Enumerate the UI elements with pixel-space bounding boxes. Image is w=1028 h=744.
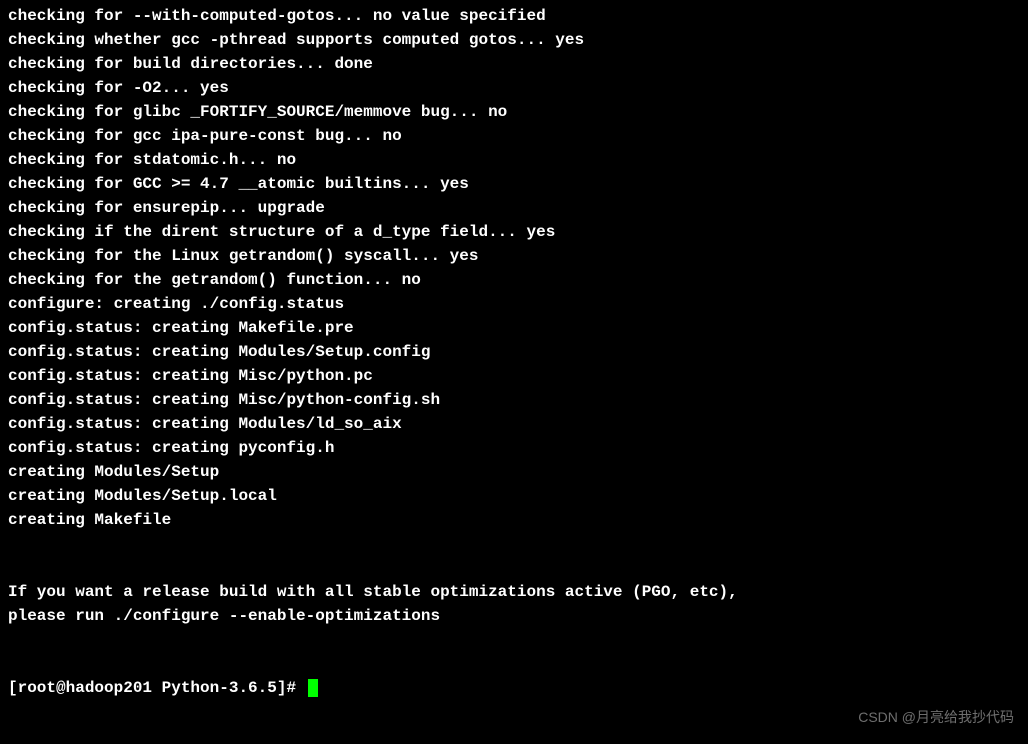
output-line: checking for stdatomic.h... no <box>8 148 1020 172</box>
output-line: creating Modules/Setup.local <box>8 484 1020 508</box>
watermark-text: CSDN @月亮给我抄代码 <box>858 707 1014 728</box>
terminal-output: checking for --with-computed-gotos... no… <box>8 4 1020 676</box>
output-line: creating Makefile <box>8 508 1020 532</box>
output-line: checking whether gcc -pthread supports c… <box>8 28 1020 52</box>
output-line: checking for GCC >= 4.7 __atomic builtin… <box>8 172 1020 196</box>
output-line: config.status: creating Misc/python.pc <box>8 364 1020 388</box>
output-line: checking for the Linux getrandom() sysca… <box>8 244 1020 268</box>
output-line: config.status: creating Misc/python-conf… <box>8 388 1020 412</box>
output-line: checking for the getrandom() function...… <box>8 268 1020 292</box>
output-line: checking for glibc _FORTIFY_SOURCE/memmo… <box>8 100 1020 124</box>
output-line <box>8 652 1020 676</box>
output-line: checking for --with-computed-gotos... no… <box>8 4 1020 28</box>
output-line: config.status: creating Modules/ld_so_ai… <box>8 412 1020 436</box>
output-line: If you want a release build with all sta… <box>8 580 1020 604</box>
prompt-text: [root@hadoop201 Python-3.6.5]# <box>8 676 306 700</box>
output-line: configure: creating ./config.status <box>8 292 1020 316</box>
output-line: checking for gcc ipa-pure-const bug... n… <box>8 124 1020 148</box>
output-line: config.status: creating Makefile.pre <box>8 316 1020 340</box>
output-line <box>8 628 1020 652</box>
output-line: checking for build directories... done <box>8 52 1020 76</box>
output-line: checking for -O2... yes <box>8 76 1020 100</box>
output-line <box>8 532 1020 556</box>
output-line: checking for ensurepip... upgrade <box>8 196 1020 220</box>
output-line: config.status: creating Modules/Setup.co… <box>8 340 1020 364</box>
output-line <box>8 556 1020 580</box>
output-line: checking if the dirent structure of a d_… <box>8 220 1020 244</box>
output-line: creating Modules/Setup <box>8 460 1020 484</box>
cursor-block <box>308 679 318 697</box>
shell-prompt[interactable]: [root@hadoop201 Python-3.6.5]# <box>8 676 1020 700</box>
output-line: please run ./configure --enable-optimiza… <box>8 604 1020 628</box>
output-line: config.status: creating pyconfig.h <box>8 436 1020 460</box>
